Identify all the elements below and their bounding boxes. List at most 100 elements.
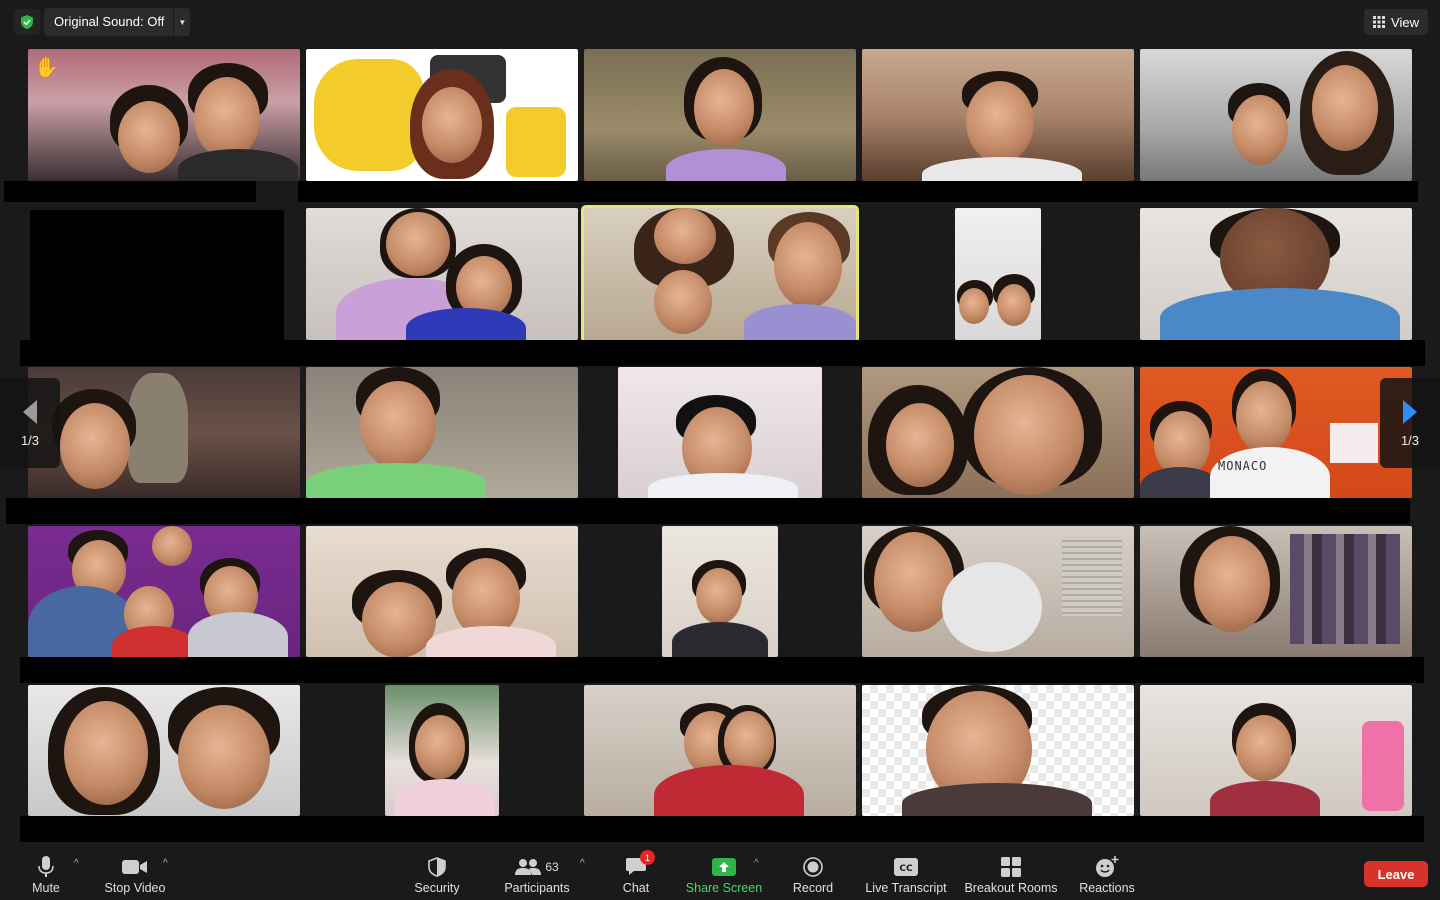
participants-label: Participants xyxy=(504,881,570,895)
video-tile[interactable] xyxy=(862,685,1134,816)
participant-face xyxy=(654,208,716,264)
name-label-bar xyxy=(298,181,1418,202)
video-tile[interactable] xyxy=(584,49,856,181)
participant-face xyxy=(194,77,260,159)
participant-body xyxy=(654,765,804,816)
video-tile[interactable] xyxy=(862,526,1134,657)
participant-body xyxy=(744,304,856,340)
name-label-bar xyxy=(4,181,256,202)
arrow-left-icon xyxy=(23,399,37,424)
participant-face xyxy=(694,69,754,147)
video-tile-phone[interactable] xyxy=(385,685,499,816)
name-label-bar xyxy=(6,498,1410,524)
video-tile[interactable] xyxy=(306,208,578,340)
participant-face xyxy=(152,526,192,566)
participant-body xyxy=(395,779,495,816)
video-tile[interactable] xyxy=(862,49,1134,181)
security-button[interactable]: Security xyxy=(410,850,464,896)
video-tile-phone[interactable] xyxy=(955,208,1041,340)
water-bottle-image xyxy=(1362,721,1404,811)
participants-icon xyxy=(515,859,542,875)
share-options-chevron-icon[interactable]: ^ xyxy=(754,858,759,869)
participant-body xyxy=(902,783,1092,816)
participants-options-chevron-icon[interactable]: ^ xyxy=(580,858,585,869)
video-tile[interactable]: MONACO xyxy=(1140,367,1412,498)
wall-art-image xyxy=(128,373,188,483)
name-label-bar xyxy=(20,657,1424,683)
stop-video-label: Stop Video xyxy=(104,881,166,895)
video-tile[interactable] xyxy=(1140,49,1412,181)
participant-face xyxy=(724,711,774,773)
participant-body xyxy=(1160,288,1400,340)
arrow-right-icon xyxy=(1403,399,1417,424)
video-tile[interactable]: ✋ xyxy=(28,49,300,181)
video-tile[interactable] xyxy=(28,526,300,657)
reactions-label: Reactions xyxy=(1079,881,1135,895)
video-tile[interactable] xyxy=(1140,208,1412,340)
share-screen-button[interactable]: Share Screen xyxy=(684,850,764,896)
participant-body xyxy=(922,157,1082,181)
share-screen-icon xyxy=(712,858,736,876)
smiley-add-icon xyxy=(1096,856,1119,877)
stop-video-button[interactable]: Stop Video xyxy=(100,850,170,896)
participant-face xyxy=(1236,715,1292,781)
video-tile[interactable] xyxy=(306,367,578,498)
name-label-bar xyxy=(20,340,1425,366)
page-indicator: 1/3 xyxy=(1400,432,1420,448)
participant-body xyxy=(406,308,526,340)
security-label: Security xyxy=(414,881,460,895)
participant-body xyxy=(306,463,486,498)
participant-body xyxy=(426,626,556,657)
participant-face xyxy=(422,87,482,163)
video-tile[interactable] xyxy=(618,367,822,498)
chat-label: Chat xyxy=(622,881,650,895)
clothes-rack-image xyxy=(1290,534,1400,644)
cheese-character-image xyxy=(314,59,424,171)
previous-page-button[interactable]: 1/3 xyxy=(0,378,60,468)
video-tile[interactable] xyxy=(28,367,300,498)
chat-button[interactable]: 1 Chat xyxy=(616,850,656,896)
raised-hand-icon: ✋ xyxy=(34,57,59,79)
participant-body xyxy=(1140,467,1220,498)
video-tile[interactable] xyxy=(28,685,300,816)
participant-face xyxy=(966,81,1034,163)
record-button[interactable]: Record xyxy=(788,850,838,896)
svg-text:CC: CC xyxy=(899,864,913,874)
mute-button[interactable]: Mute xyxy=(22,850,70,896)
participant-face xyxy=(959,288,989,324)
video-tile[interactable] xyxy=(1140,685,1412,816)
video-tile[interactable] xyxy=(584,685,856,816)
audio-options-chevron-icon[interactable]: ^ xyxy=(74,858,79,869)
video-tile[interactable] xyxy=(862,367,1134,498)
leave-meeting-button[interactable]: Leave xyxy=(1364,861,1428,887)
participant-face xyxy=(1194,536,1270,632)
video-options-chevron-icon[interactable]: ^ xyxy=(163,858,168,869)
reactions-button[interactable]: Reactions xyxy=(1076,850,1138,896)
name-label-bar xyxy=(20,816,1424,842)
participants-count: 63 xyxy=(545,860,559,874)
participant-face xyxy=(774,222,842,308)
video-tile-active-speaker[interactable] xyxy=(581,205,859,343)
participant-body xyxy=(672,622,768,657)
video-tile-camera-off[interactable] xyxy=(30,210,284,340)
video-tile-phone[interactable] xyxy=(662,526,778,657)
mute-label: Mute xyxy=(32,881,60,895)
participant-face xyxy=(997,284,1031,326)
video-tile[interactable] xyxy=(306,49,578,181)
participant-face xyxy=(118,101,180,173)
participant-body xyxy=(1210,781,1320,816)
participants-button[interactable]: 63 Participants xyxy=(500,850,574,896)
participant-body xyxy=(648,473,798,498)
shield-icon xyxy=(428,857,446,877)
video-gallery: ✋ MONACO xyxy=(0,0,1440,846)
next-page-button[interactable]: 1/3 xyxy=(1380,378,1440,468)
live-transcript-button[interactable]: CC Live Transcript xyxy=(862,850,950,896)
video-tile[interactable] xyxy=(306,526,578,657)
participant-face xyxy=(64,701,148,805)
window-blinds-image xyxy=(1062,536,1122,616)
paper-sign-image xyxy=(1330,423,1378,463)
video-tile[interactable] xyxy=(1140,526,1412,657)
breakout-rooms-button[interactable]: Breakout Rooms xyxy=(962,850,1060,896)
participant-face xyxy=(654,270,712,334)
participant-body xyxy=(112,626,196,657)
